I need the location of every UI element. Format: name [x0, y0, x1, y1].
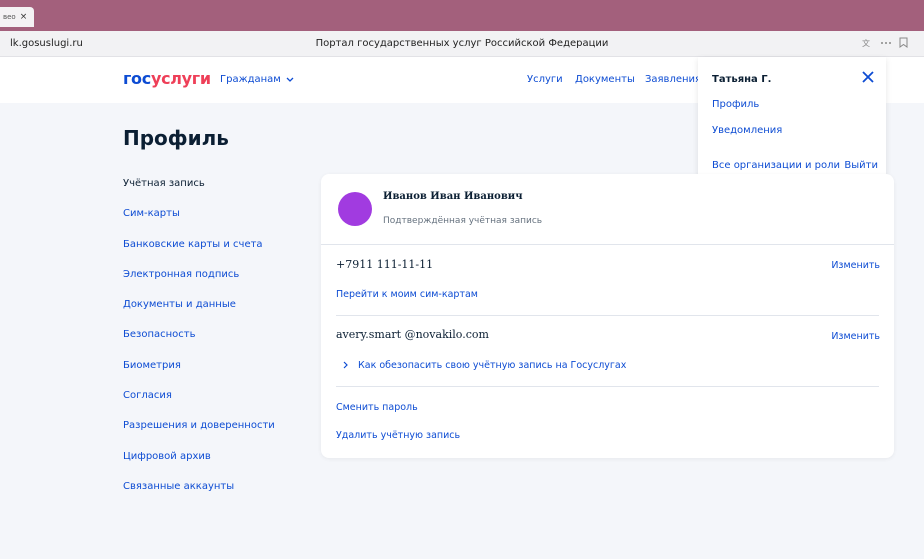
sidebar-item-digital-archive[interactable]: Цифровой архив [123, 451, 275, 481]
profile-sidebar: Учётная запись Сим-карты Банковские карт… [123, 178, 275, 511]
menu-item-organizations[interactable]: Все организации и роли [712, 160, 840, 171]
logo-part-uslugi: услуги [150, 69, 211, 88]
sidebar-item-permissions[interactable]: Разрешения и доверенности [123, 420, 275, 450]
menu-item-notifications[interactable]: Уведомления [712, 125, 782, 136]
sidebar-item-consents[interactable]: Согласия [123, 390, 275, 420]
account-status: Подтверждённая учётная запись [383, 216, 543, 226]
menu-item-profile[interactable]: Профиль [712, 99, 759, 110]
logo-part-gos: гос [123, 69, 151, 88]
sidebar-item-security[interactable]: Безопасность [123, 329, 275, 359]
nav-services[interactable]: Услуги [527, 74, 563, 85]
change-email-button[interactable]: Изменить [831, 331, 880, 342]
sidebar-item-biometrics[interactable]: Биометрия [123, 360, 275, 390]
audience-label: Гражданам [220, 74, 281, 85]
security-tips-link[interactable]: Как обезопасить свою учётную запись на Г… [343, 360, 626, 371]
chevron-down-icon [286, 77, 294, 82]
sidebar-item-account[interactable]: Учётная запись [123, 178, 275, 208]
divider [336, 386, 879, 387]
close-tab-icon[interactable]: × [20, 12, 28, 22]
phone-number: +7911 111-11-11 [336, 258, 434, 271]
sidebar-item-bank-cards[interactable]: Банковские карты и счета [123, 239, 275, 269]
sidebar-item-e-signature[interactable]: Электронная подпись [123, 269, 275, 299]
bookmark-icon[interactable] [899, 37, 908, 51]
account-card: Иванов Иван Иванович Подтверждённая учёт… [321, 174, 894, 458]
more-icon[interactable] [880, 38, 892, 51]
address-bar-icons: 文 [862, 37, 908, 51]
user-full-name: Иванов Иван Иванович [383, 191, 523, 202]
email-address: avery.smart @novakilo.com [336, 328, 489, 341]
security-tips-label: Как обезопасить свою учётную запись на Г… [358, 360, 627, 371]
avatar [338, 192, 372, 226]
nav-documents[interactable]: Документы [575, 74, 635, 85]
divider [321, 244, 894, 245]
sim-cards-link[interactable]: Перейти к моим сим-картам [336, 289, 478, 300]
delete-account-link[interactable]: Удалить учётную запись [336, 430, 460, 441]
sidebar-item-documents[interactable]: Документы и данные [123, 299, 275, 329]
browser-tab[interactable]: вео × [0, 7, 34, 27]
chevron-right-icon [343, 361, 348, 369]
browser-tab-label: вео [3, 13, 16, 21]
logout-link[interactable]: Выйти [844, 160, 878, 171]
gosuslugi-logo[interactable]: госуслуги [123, 69, 211, 88]
page-title: Профиль [123, 126, 229, 150]
divider [336, 315, 879, 316]
change-phone-button[interactable]: Изменить [831, 260, 880, 271]
browser-page-title: Портал государственных услуг Российской … [315, 38, 609, 49]
user-menu-dropdown: Татьяна Г. Профиль Уведомления Все орган… [698, 57, 886, 177]
change-password-link[interactable]: Сменить пароль [336, 402, 418, 413]
address-bar[interactable]: lk.gosuslugi.ru Портал государственных у… [0, 31, 924, 57]
user-name[interactable]: Татьяна Г. [712, 74, 771, 85]
nav-applications[interactable]: Заявления [645, 74, 701, 85]
translate-icon[interactable]: 文 [862, 38, 873, 51]
sidebar-item-linked-accounts[interactable]: Связанные аккаунты [123, 481, 275, 511]
close-icon[interactable] [860, 69, 876, 85]
audience-dropdown[interactable]: Гражданам [220, 74, 294, 85]
browser-tab-strip: вео × [0, 0, 924, 31]
svg-text:文: 文 [862, 38, 870, 48]
sidebar-item-sim-cards[interactable]: Сим-карты [123, 208, 275, 238]
